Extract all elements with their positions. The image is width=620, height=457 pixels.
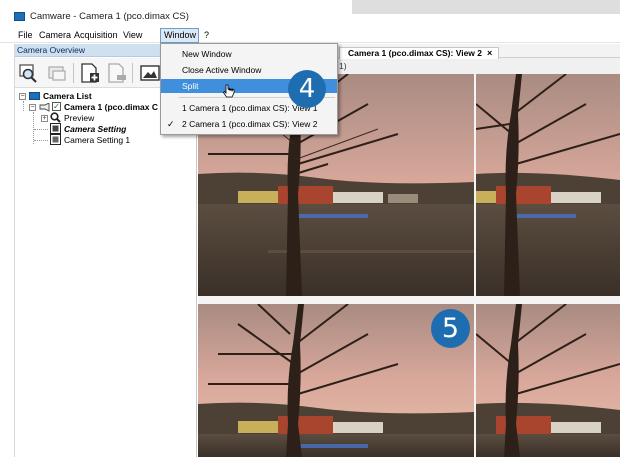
- tab-label: Camera 1 (pco.dimax CS): View 2: [348, 48, 483, 58]
- landscape-image: [476, 304, 620, 457]
- camera-view-2[interactable]: [476, 74, 620, 296]
- collapse-toggle[interactable]: −: [29, 104, 36, 111]
- camera-list-icon: [29, 92, 40, 100]
- check-icon: ✓: [167, 119, 175, 129]
- tree-line: [34, 140, 48, 141]
- menu-new-window[interactable]: New Window: [161, 47, 337, 61]
- menu-acquisition[interactable]: Acquisition: [74, 30, 118, 40]
- title-bar-background: [352, 0, 620, 14]
- app-icon: [14, 12, 25, 21]
- menu-view-2[interactable]: 2 Camera 1 (pco.dimax CS): View 2: [161, 117, 337, 131]
- setting-icon: [50, 134, 61, 145]
- tree-camera-setting-active[interactable]: Camera Setting: [64, 124, 126, 135]
- cursor-icon: [223, 84, 235, 98]
- checkbox-icon[interactable]: ✓: [52, 102, 61, 111]
- menu-window[interactable]: Window: [160, 28, 199, 43]
- setting-icon: [50, 123, 61, 134]
- tree-camera-list[interactable]: Camera List: [43, 91, 92, 102]
- toolbar-separator: [73, 63, 74, 83]
- zoom-icon: [19, 64, 37, 83]
- camera-button[interactable]: [46, 62, 68, 84]
- expand-toggle[interactable]: +: [41, 115, 48, 122]
- menu-view[interactable]: View: [123, 30, 142, 40]
- menu-window-label: Window: [164, 30, 197, 40]
- tree-preview[interactable]: Preview: [64, 113, 94, 124]
- split-divider-horizontal[interactable]: [198, 296, 620, 304]
- view-sublabel: 1): [339, 61, 347, 71]
- step-badge-5: 5: [431, 309, 470, 348]
- step-badge-4: 4: [288, 70, 326, 108]
- tree-camera[interactable]: Camera 1 (pco.dimax C: [64, 102, 158, 113]
- tree-line: [23, 101, 24, 111]
- tree-line: [34, 129, 48, 130]
- landscape-image: [476, 74, 620, 296]
- collapse-toggle[interactable]: −: [19, 93, 26, 100]
- image-button[interactable]: [139, 62, 161, 84]
- close-icon[interactable]: ×: [487, 48, 492, 58]
- add-icon: [81, 63, 99, 83]
- menu-file[interactable]: File: [18, 30, 33, 40]
- remove-button[interactable]: [106, 62, 128, 84]
- camera-icon: [48, 66, 66, 81]
- toolbar-separator: [132, 63, 133, 83]
- window-title: Camware - Camera 1 (pco.dimax CS): [30, 11, 189, 22]
- magnifier-icon: [50, 112, 61, 123]
- image-icon: [140, 65, 160, 81]
- tree-camera-setting-1[interactable]: Camera Setting 1: [64, 135, 130, 146]
- remove-icon: [108, 63, 126, 83]
- add-button[interactable]: [79, 62, 101, 84]
- tab-view-2[interactable]: Camera 1 (pco.dimax CS): View 2 ×: [339, 47, 500, 59]
- menu-bar: File Camera Acquisition View Window ?: [0, 28, 620, 43]
- camera-tree-icon: [39, 103, 50, 112]
- split-divider-vertical[interactable]: [474, 74, 476, 457]
- menu-camera[interactable]: Camera: [39, 30, 71, 40]
- camera-view-4[interactable]: [476, 304, 620, 457]
- title-bar: Camware - Camera 1 (pco.dimax CS): [0, 0, 620, 26]
- menu-help[interactable]: ?: [204, 30, 209, 40]
- zoom-button[interactable]: [18, 62, 40, 84]
